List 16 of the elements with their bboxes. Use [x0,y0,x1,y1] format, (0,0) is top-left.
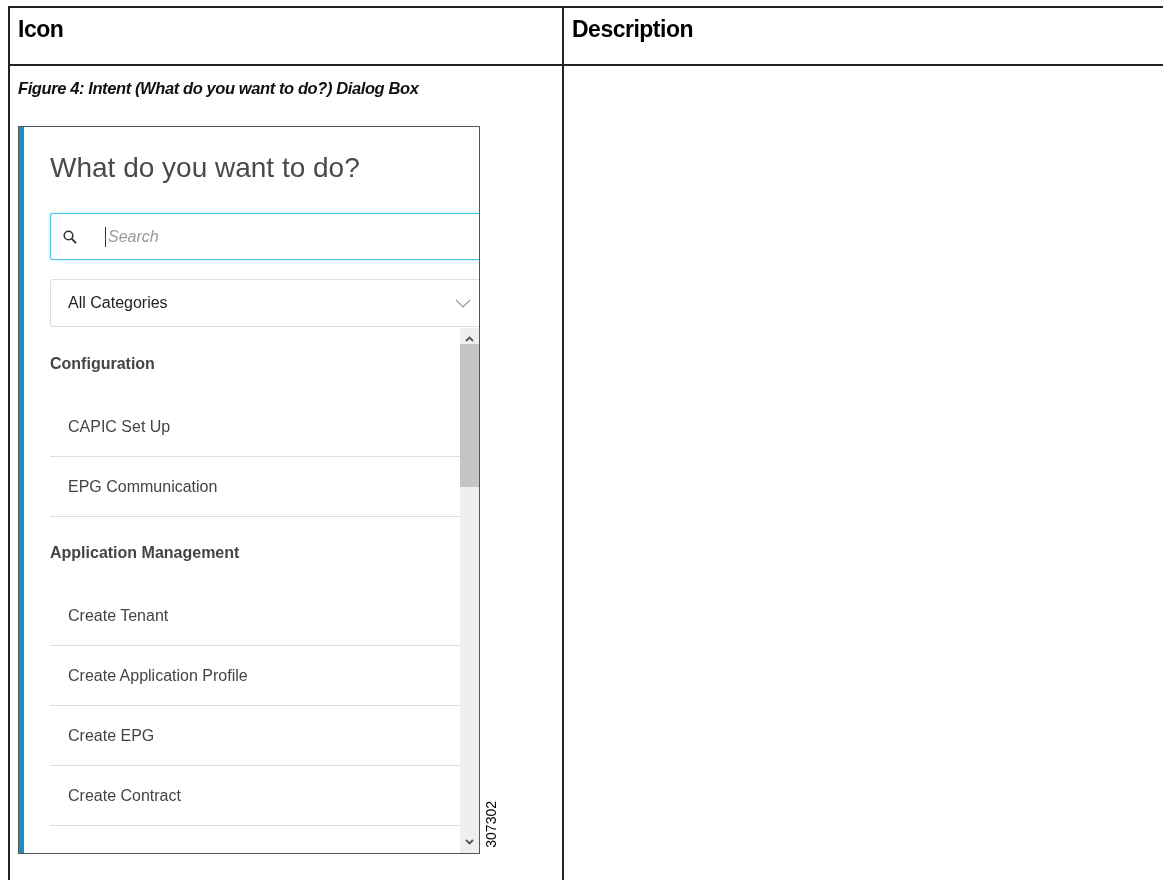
dialog-title: What do you want to do? [50,151,361,185]
text-cursor [105,227,106,247]
chevron-down-icon [455,298,471,308]
search-field[interactable]: Search [50,213,479,260]
section-heading: Application Management [50,544,240,561]
section-heading: Configuration [50,355,155,372]
scrollbar[interactable] [460,328,479,853]
search-icon [63,230,77,244]
column-header: Icon [18,16,64,42]
chevron-up-icon[interactable] [465,336,474,342]
category-dropdown[interactable]: All Categories [50,279,479,327]
column-header: Description [572,16,694,42]
figure-number: 307302 [483,801,499,848]
figure-caption: Figure 4: Intent (What do you want to do?) Dialog Box [18,79,419,98]
chevron-down-icon[interactable] [465,839,474,845]
scrollbar-thumb[interactable] [460,344,479,487]
